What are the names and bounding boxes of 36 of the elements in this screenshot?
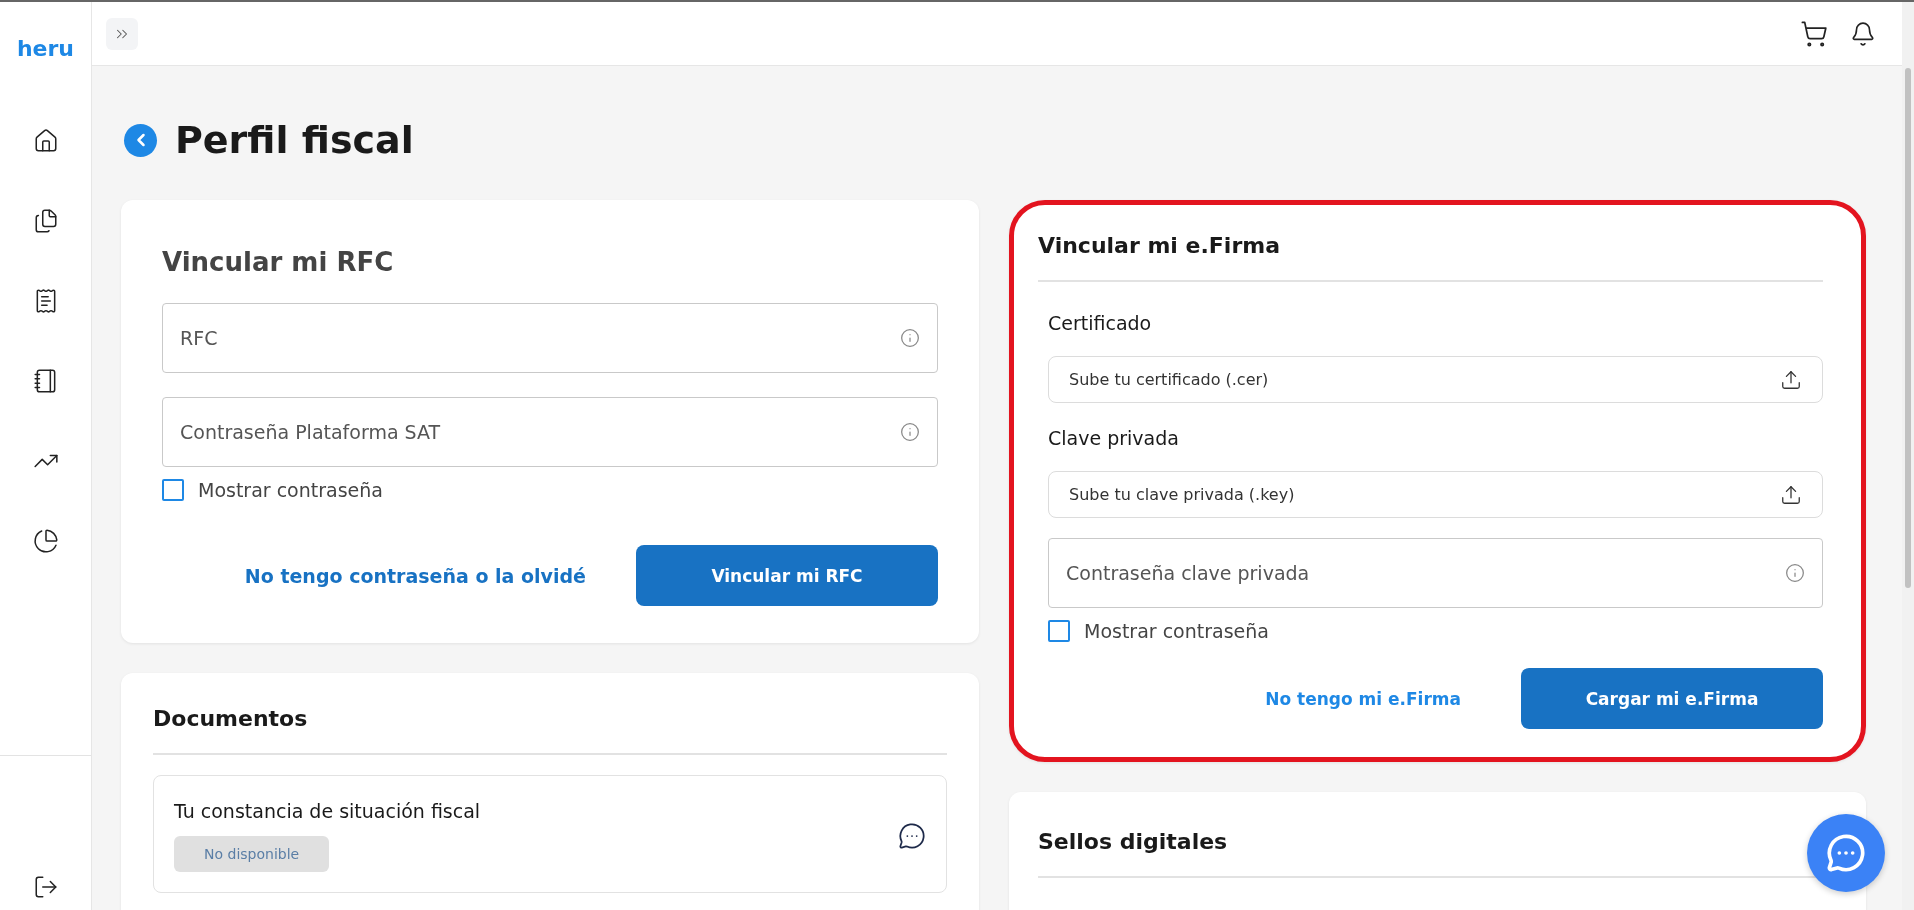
checkbox[interactable] — [1048, 620, 1070, 642]
input-field[interactable]: Contraseña Plataforma SAT — [162, 397, 938, 467]
status-badge: No disponible — [174, 836, 330, 872]
checkbox-label: Mostrar contraseña — [1084, 620, 1269, 642]
bell-icon[interactable] — [1850, 20, 1876, 47]
back-button[interactable] — [124, 123, 157, 157]
forgot-password-link[interactable]: No tengo contraseña o la olvidé — [244, 564, 586, 587]
info-icon — [900, 422, 920, 442]
upload-button[interactable]: Sube tu clave privada (.key) — [1048, 471, 1823, 518]
upload-icon — [1780, 368, 1802, 391]
card-title: Vincular mi e.Firma — [1038, 233, 1282, 258]
no-efirma-link[interactable]: No tengo mi e.Firma — [1265, 688, 1461, 709]
card-title: Vincular mi RFC — [162, 247, 395, 277]
chat-icon — [1826, 833, 1866, 873]
link-rfc-button[interactable]: Vincular mi RFC — [636, 545, 938, 606]
card-title: Documentos — [153, 706, 309, 731]
document-title: Tu constancia de situación fiscal — [174, 800, 481, 822]
info-icon — [1785, 563, 1805, 583]
expand-icon[interactable] — [106, 17, 138, 50]
upload-efirma-button[interactable]: Cargar mi e.Firma — [1521, 668, 1823, 729]
logout-icon[interactable] — [32, 874, 59, 900]
input-field[interactable]: Contraseña clave privada — [1048, 538, 1823, 608]
info-icon — [900, 328, 920, 348]
upload-icon — [1780, 483, 1802, 506]
checkbox-label: Mostrar contraseña — [198, 479, 383, 501]
chat-bubble-icon[interactable] — [898, 822, 926, 850]
cart-icon[interactable] — [1800, 19, 1828, 48]
page-title: Perfil fiscal — [175, 118, 414, 162]
upload-button[interactable]: Sube tu certificado (.cer) — [1048, 356, 1823, 403]
logo: heru — [16, 36, 75, 61]
section-label: Clave privada — [1048, 427, 1180, 449]
scrollbar[interactable] — [1902, 2, 1914, 910]
section-label: Certificado — [1048, 312, 1153, 334]
checkbox[interactable] — [162, 479, 184, 501]
card-title: Sellos digitales — [1038, 829, 1229, 854]
input-field[interactable]: RFC — [162, 303, 938, 373]
